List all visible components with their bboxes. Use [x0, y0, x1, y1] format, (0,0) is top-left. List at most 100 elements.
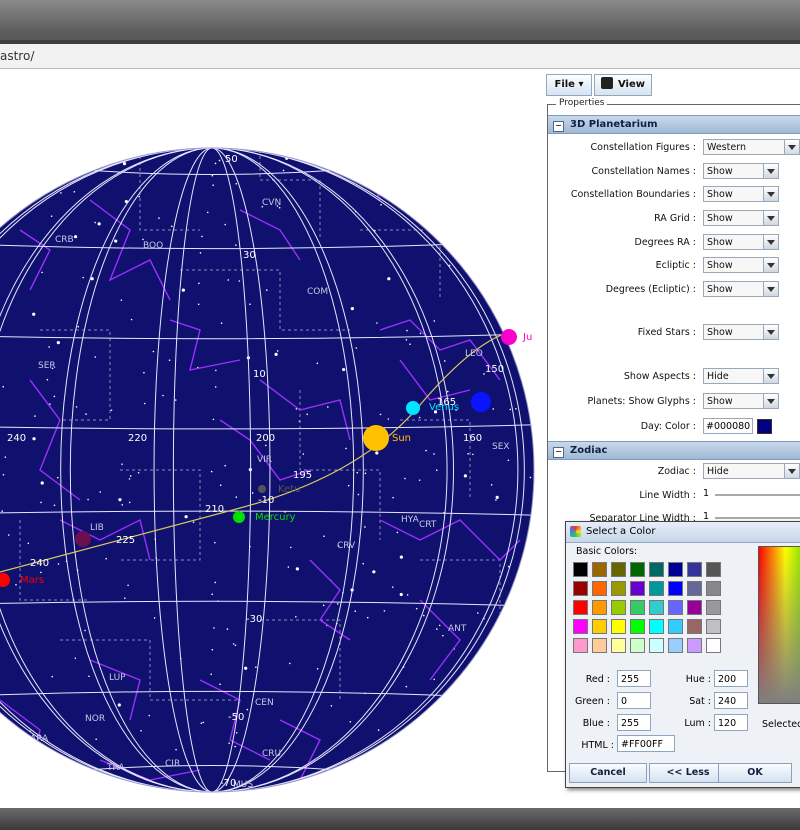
basic-color-swatch[interactable]: [630, 600, 645, 615]
property-select[interactable]: Hide: [703, 368, 779, 384]
basic-color-swatch[interactable]: [687, 619, 702, 634]
zodiac-select[interactable]: Hide: [703, 463, 800, 479]
property-select[interactable]: Show: [703, 186, 779, 202]
planetarium-sphere[interactable]: DRAUMACVNCRBBOO LMICOMSERLEOSEXVIRLIBHYA C…: [0, 69, 545, 808]
basic-color-swatch[interactable]: [649, 600, 664, 615]
slider-track[interactable]: [715, 517, 800, 519]
chevron-down-icon[interactable]: [784, 464, 799, 478]
planet-mercury[interactable]: [233, 511, 245, 523]
star: [121, 463, 123, 465]
star: [244, 666, 248, 670]
section-3d-planetarium[interactable]: −3D Planetarium: [548, 115, 800, 134]
green-input[interactable]: 0: [617, 692, 651, 709]
basic-color-swatch[interactable]: [649, 638, 664, 653]
property-select[interactable]: Show: [703, 324, 779, 340]
planet-venus[interactable]: [406, 401, 420, 415]
basic-color-swatch[interactable]: [630, 562, 645, 577]
basic-color-swatch[interactable]: [706, 581, 721, 596]
chevron-down-icon[interactable]: [763, 282, 778, 296]
basic-color-swatch[interactable]: [592, 619, 607, 634]
basic-color-swatch[interactable]: [668, 562, 683, 577]
chevron-down-icon[interactable]: [763, 258, 778, 272]
basic-color-swatch[interactable]: [706, 619, 721, 634]
basic-color-swatch[interactable]: [573, 619, 588, 634]
constellation-label: LMI: [448, 239, 463, 249]
property-select[interactable]: Show: [703, 210, 779, 226]
less-button[interactable]: << Less: [649, 763, 727, 783]
chevron-down-icon[interactable]: [763, 325, 778, 339]
basic-color-swatch[interactable]: [706, 600, 721, 615]
chevron-down-icon[interactable]: [763, 211, 778, 225]
basic-color-swatch[interactable]: [687, 638, 702, 653]
chevron-down-icon[interactable]: [763, 164, 778, 178]
line-width-value: 1: [703, 488, 710, 499]
red-input[interactable]: 255: [617, 670, 651, 687]
property-select[interactable]: Show: [703, 234, 779, 250]
planet-marker[interactable]: [75, 531, 91, 547]
collapse-icon[interactable]: −: [553, 121, 564, 132]
lum-input[interactable]: 120: [714, 714, 748, 731]
basic-color-swatch[interactable]: [611, 600, 626, 615]
basic-color-swatch[interactable]: [611, 619, 626, 634]
property-select[interactable]: Show: [703, 393, 779, 409]
cancel-button[interactable]: Cancel: [569, 763, 647, 783]
basic-color-swatch[interactable]: [611, 581, 626, 596]
chevron-down-icon[interactable]: [763, 187, 778, 201]
basic-color-swatch[interactable]: [649, 581, 664, 596]
blue-input[interactable]: 255: [617, 714, 651, 731]
basic-color-swatch[interactable]: [592, 562, 607, 577]
property-select[interactable]: Show: [703, 257, 779, 273]
basic-color-swatch[interactable]: [630, 581, 645, 596]
slider-track[interactable]: [715, 494, 800, 496]
planet-ju[interactable]: [501, 329, 517, 345]
sat-input[interactable]: 240: [714, 692, 748, 709]
basic-color-swatch[interactable]: [592, 581, 607, 596]
planet-marker[interactable]: [471, 392, 491, 412]
planet-ketu[interactable]: [258, 485, 266, 493]
collapse-icon[interactable]: −: [553, 447, 564, 458]
day-color-swatch[interactable]: [757, 419, 772, 434]
basic-color-swatch[interactable]: [630, 619, 645, 634]
property-select[interactable]: Show: [703, 163, 779, 179]
basic-color-swatch[interactable]: [611, 562, 626, 577]
chevron-down-icon[interactable]: [763, 394, 778, 408]
basic-color-swatch[interactable]: [687, 562, 702, 577]
basic-color-swatch[interactable]: [649, 619, 664, 634]
basic-color-swatch[interactable]: [668, 581, 683, 596]
chevron-down-icon[interactable]: [784, 140, 799, 154]
view-button[interactable]: View: [594, 74, 652, 96]
star: [99, 491, 102, 493]
line-width-slider[interactable]: 1: [703, 488, 800, 500]
ok-button[interactable]: OK: [718, 763, 792, 783]
chevron-down-icon[interactable]: [763, 369, 778, 383]
file-menu-button[interactable]: File ▾: [546, 74, 592, 96]
basic-color-swatch[interactable]: [573, 600, 588, 615]
basic-color-swatch[interactable]: [687, 600, 702, 615]
day-color-field[interactable]: #000080: [703, 418, 753, 434]
html-input[interactable]: #FF00FF: [617, 735, 675, 752]
basic-color-swatch[interactable]: [706, 562, 721, 577]
basic-color-swatch[interactable]: [630, 638, 645, 653]
dialog-titlebar[interactable]: Select a Color: [566, 522, 800, 543]
basic-color-swatch[interactable]: [592, 600, 607, 615]
basic-color-swatch[interactable]: [573, 562, 588, 577]
basic-color-swatch[interactable]: [706, 638, 721, 653]
basic-color-swatch[interactable]: [687, 581, 702, 596]
basic-color-swatch[interactable]: [592, 638, 607, 653]
basic-color-swatch[interactable]: [573, 638, 588, 653]
address-bar[interactable]: astro/: [0, 44, 800, 69]
basic-color-swatch[interactable]: [668, 638, 683, 653]
basic-color-swatch[interactable]: [649, 562, 664, 577]
basic-color-swatch[interactable]: [573, 581, 588, 596]
basic-color-swatch[interactable]: [668, 619, 683, 634]
hue-input[interactable]: 200: [714, 670, 748, 687]
section-zodiac[interactable]: − Zodiac: [548, 441, 800, 460]
star: [40, 501, 42, 504]
basic-color-swatch[interactable]: [611, 638, 626, 653]
property-select[interactable]: Western: [703, 139, 800, 155]
basic-color-swatch[interactable]: [668, 600, 683, 615]
planet-sun[interactable]: [363, 425, 389, 451]
color-spectrum[interactable]: [758, 546, 800, 704]
chevron-down-icon[interactable]: [763, 235, 778, 249]
property-select[interactable]: Show: [703, 281, 779, 297]
